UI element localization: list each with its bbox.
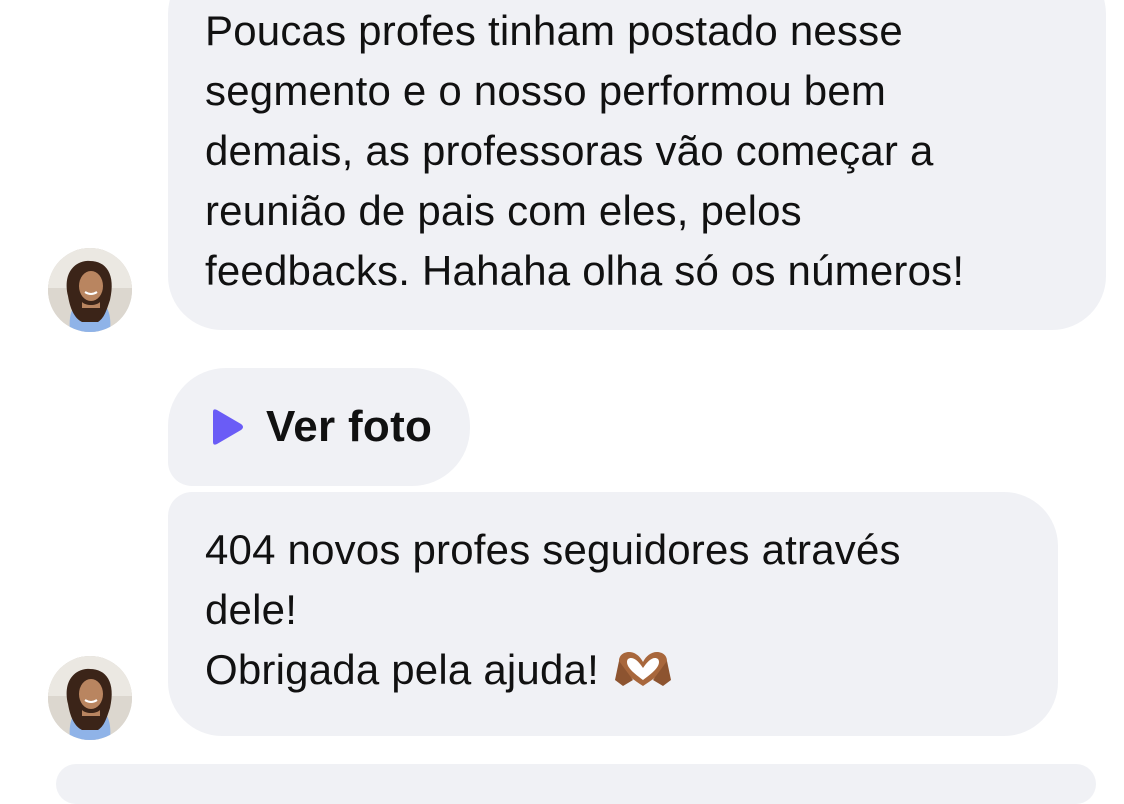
message-line: 404 novos profes seguidores através [205, 526, 901, 573]
message-line: Poucas profes tinham postado nesse [205, 7, 903, 54]
message-line: feedbacks. Hahaha olha só os números! [205, 247, 965, 294]
message-line: dele! [205, 586, 298, 633]
view-photo-button[interactable]: Ver foto [208, 368, 432, 486]
view-photo-label: Ver foto [266, 402, 433, 451]
message-line: demais, as professoras vão começar a [205, 127, 934, 174]
avatar-photo [48, 248, 132, 332]
message-text: Poucas profes tinham postado nesse segme… [205, 1, 1076, 301]
avatar-photo [48, 656, 132, 740]
next-message-bubble-partial [56, 764, 1096, 804]
message-text: 404 novos profes seguidores através dele… [205, 520, 1028, 700]
message-line: Obrigada pela ajuda! [205, 646, 599, 693]
message-bubble-incoming[interactable]: 404 novos profes seguidores através dele… [168, 492, 1058, 736]
contact-avatar[interactable] [48, 248, 132, 332]
message-line: segmento e o nosso performou bem [205, 67, 887, 114]
play-icon [213, 409, 243, 445]
photo-attachment-bubble[interactable]: Ver foto [168, 368, 470, 486]
heart-hands-icon [614, 652, 671, 686]
message-bubble-incoming[interactable]: Poucas profes tinham postado nesse segme… [168, 0, 1106, 330]
contact-avatar[interactable] [48, 656, 132, 740]
message-line: reunião de pais com eles, pelos [205, 187, 802, 234]
message-line-with-emoji: Obrigada pela ajuda! [205, 640, 1028, 700]
